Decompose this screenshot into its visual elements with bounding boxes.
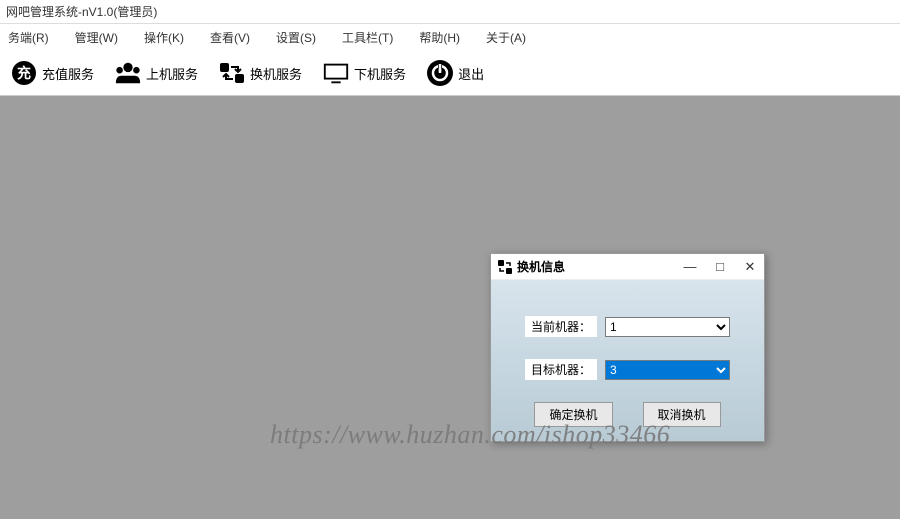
logout-button[interactable]: 下机服务: [312, 55, 416, 91]
logout-label: 下机服务: [354, 64, 406, 83]
recharge-label: 充值服务: [42, 64, 94, 83]
exit-button[interactable]: 退出: [416, 55, 494, 91]
menu-toolbar[interactable]: 工具栏(T): [338, 27, 397, 48]
recharge-icon: 充: [10, 59, 38, 87]
swap-dialog: 换机信息 — □ ✕ 当前机器： 1 目标机器： 3 确定换: [490, 253, 765, 442]
dialog-swap-icon: [497, 259, 513, 275]
dialog-body: 当前机器： 1 目标机器： 3 确定换机 取消换机: [491, 280, 764, 441]
login-button[interactable]: 上机服务: [104, 55, 208, 91]
login-label: 上机服务: [146, 64, 198, 83]
users-icon: [114, 59, 142, 87]
content-area: 换机信息 — □ ✕ 当前机器： 1 目标机器： 3 确定换: [0, 96, 900, 519]
maximize-button[interactable]: □: [712, 259, 728, 274]
recharge-button[interactable]: 充 充值服务: [0, 55, 104, 91]
dialog-title: 换机信息: [517, 258, 565, 275]
swap-label: 换机服务: [250, 64, 302, 83]
target-machine-select[interactable]: 3: [605, 360, 730, 380]
menu-about[interactable]: 关于(A): [482, 27, 530, 48]
power-icon: [426, 59, 454, 87]
menu-manage[interactable]: 管理(W): [71, 27, 122, 48]
minimize-button[interactable]: —: [682, 259, 698, 274]
monitor-icon: [322, 59, 350, 87]
svg-text:充: 充: [17, 65, 31, 81]
app-title: 网吧管理系统-nV1.0(管理员): [6, 5, 157, 19]
menu-operate[interactable]: 操作(K): [140, 27, 188, 48]
menu-settings[interactable]: 设置(S): [272, 27, 320, 48]
current-machine-label: 当前机器：: [525, 316, 597, 337]
swap-button[interactable]: 换机服务: [208, 55, 312, 91]
menu-help[interactable]: 帮助(H): [415, 27, 464, 48]
confirm-swap-button[interactable]: 确定换机: [534, 402, 612, 427]
target-machine-label: 目标机器：: [525, 359, 597, 380]
menu-terminal[interactable]: 务端(R): [4, 27, 53, 48]
menu-bar: 务端(R) 管理(W) 操作(K) 查看(V) 设置(S) 工具栏(T) 帮助(…: [0, 24, 900, 51]
cancel-swap-button[interactable]: 取消换机: [643, 402, 721, 427]
swap-icon: [218, 59, 246, 87]
dialog-titlebar[interactable]: 换机信息 — □ ✕: [491, 254, 764, 280]
menu-view[interactable]: 查看(V): [206, 27, 254, 48]
exit-label: 退出: [458, 64, 484, 83]
title-bar: 网吧管理系统-nV1.0(管理员): [0, 0, 900, 24]
toolbar: 充 充值服务 上机服务 换机服务 下机服务 退出: [0, 51, 900, 96]
close-button[interactable]: ✕: [742, 259, 758, 275]
current-machine-select[interactable]: 1: [605, 317, 730, 337]
